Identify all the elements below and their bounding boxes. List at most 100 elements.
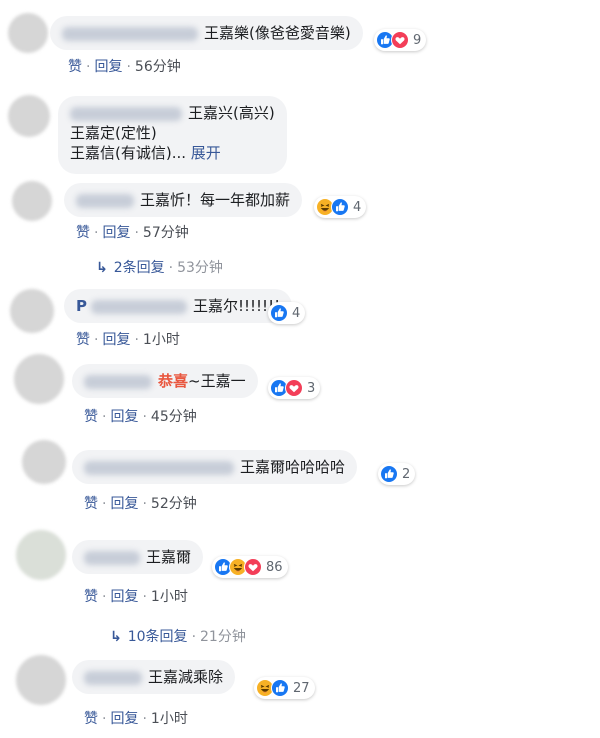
like-button[interactable]: 赞 [76,332,90,348]
blurred-author-name[interactable] [91,299,187,314]
love-icon [285,379,303,397]
comment-actions: 赞 · 回复 · 57分钟 [76,222,189,242]
separator: · [102,409,107,425]
comment-actions: 赞 · 回复 · 45分钟 [84,406,197,426]
separator: · [102,589,107,605]
love-icon [244,558,262,576]
like-icon [270,304,288,322]
separator: · [134,225,139,241]
avatar[interactable] [10,289,54,333]
like-icon [331,198,349,216]
reaction-summary[interactable]: 3 [268,377,321,399]
reaction-count: 4 [292,305,301,321]
comment-actions: 赞 · 回复 · 1小时 [76,329,180,349]
reaction-summary[interactable]: 2 [378,463,416,485]
avatar[interactable] [12,181,52,221]
blurred-author-name[interactable] [84,670,142,685]
highlighted-text: 恭喜 [158,372,189,390]
like-button[interactable]: 赞 [76,225,90,241]
love-icon [391,31,409,49]
reply-button[interactable]: 回复 [102,332,130,348]
separator: · [142,711,147,727]
separator: · [134,332,139,348]
reply-button[interactable]: 回复 [94,59,122,75]
separator: · [191,629,197,645]
blurred-author-name[interactable] [84,460,234,475]
reply-button[interactable]: 回复 [110,409,138,425]
author-initial[interactable]: P [76,297,87,315]
like-button[interactable]: 赞 [84,589,98,605]
comment-text-line: 王嘉定(定性) [70,124,157,142]
comment-text: 王嘉爾哈哈哈哈 [240,458,346,476]
comment-actions: 赞 · 回复 · 52分钟 [84,493,197,513]
comment-actions: 赞 · 回复 · 1小时 [84,708,188,728]
reaction-count: 9 [413,32,422,48]
avatar[interactable] [14,354,64,404]
reply-timestamp: 21分钟 [200,629,246,645]
reaction-summary[interactable]: 86 [212,556,288,578]
reply-timestamp: 53分钟 [177,260,223,276]
reply-button[interactable]: 回复 [110,589,138,605]
blurred-author-name[interactable] [70,106,182,121]
like-button[interactable]: 赞 [84,496,98,512]
timestamp[interactable]: 45分钟 [151,409,197,425]
reaction-summary[interactable]: 4 [314,196,367,218]
reply-arrow-icon: ↳ [96,260,108,276]
separator: · [142,409,147,425]
timestamp[interactable]: 56分钟 [135,59,181,75]
comment-bubble: 王嘉爾哈哈哈哈 [72,450,358,484]
separator: · [102,711,107,727]
view-replies-link[interactable]: ↳ 2条回复 · 53分钟 [96,257,223,277]
reaction-count: 27 [293,680,310,696]
reply-button[interactable]: 回复 [110,496,138,512]
separator: · [86,59,91,75]
comment-text: 王嘉兴(高兴) [188,104,275,122]
reply-count[interactable]: 10条回复 [128,629,188,645]
comment-bubble: 王嘉樂(像爸爸愛音樂) [50,16,363,50]
avatar[interactable] [16,530,66,580]
separator: · [126,59,131,75]
comment-text: 王嘉忻！每一年都加薪 [140,191,291,209]
timestamp[interactable]: 1小时 [143,332,180,348]
blurred-author-name[interactable] [84,550,140,565]
like-icon [271,679,289,697]
separator: · [142,496,147,512]
timestamp[interactable]: 52分钟 [151,496,197,512]
reaction-summary[interactable]: 27 [254,677,315,699]
like-icon [380,465,398,483]
view-replies-link[interactable]: ↳ 10条回复 · 21分钟 [110,626,246,646]
comment-bubble: 王嘉忻！每一年都加薪 [64,183,303,217]
comment-bubble: 恭喜~王嘉一 [72,364,258,398]
separator: · [102,496,107,512]
reaction-count: 4 [353,199,362,215]
reaction-count: 3 [307,380,316,396]
comment-bubble: 王嘉爾 [72,540,204,574]
avatar[interactable] [8,13,48,53]
like-button[interactable]: 赞 [84,711,98,727]
avatar[interactable] [16,655,66,705]
separator: · [94,225,99,241]
comment-bubble: P 王嘉尔!!!!!!! [64,289,293,323]
separator: · [94,332,99,348]
comment-bubble: 王嘉減乘除 [72,660,236,694]
timestamp[interactable]: 1小时 [151,711,188,727]
reply-count[interactable]: 2条回复 [114,260,165,276]
avatar[interactable] [22,440,66,484]
avatar[interactable] [8,95,50,137]
like-button[interactable]: 赞 [84,409,98,425]
separator: · [168,260,174,276]
see-more-link[interactable]: 展开 [191,144,221,162]
timestamp[interactable]: 57分钟 [143,225,189,241]
reply-button[interactable]: 回复 [110,711,138,727]
blurred-author-name[interactable] [76,193,134,208]
like-button[interactable]: 赞 [68,59,82,75]
timestamp[interactable]: 1小时 [151,589,188,605]
comment-text: 王嘉樂(像爸爸愛音樂) [204,24,351,42]
reaction-summary[interactable]: 4 [268,302,306,324]
comment-text: ~王嘉一 [188,372,246,390]
comment-actions: 赞 · 回复 · 1小时 [84,586,188,606]
blurred-author-name[interactable] [84,374,152,389]
blurred-author-name[interactable] [62,26,198,41]
reaction-summary[interactable]: 9 [374,29,427,51]
reply-button[interactable]: 回复 [102,225,130,241]
